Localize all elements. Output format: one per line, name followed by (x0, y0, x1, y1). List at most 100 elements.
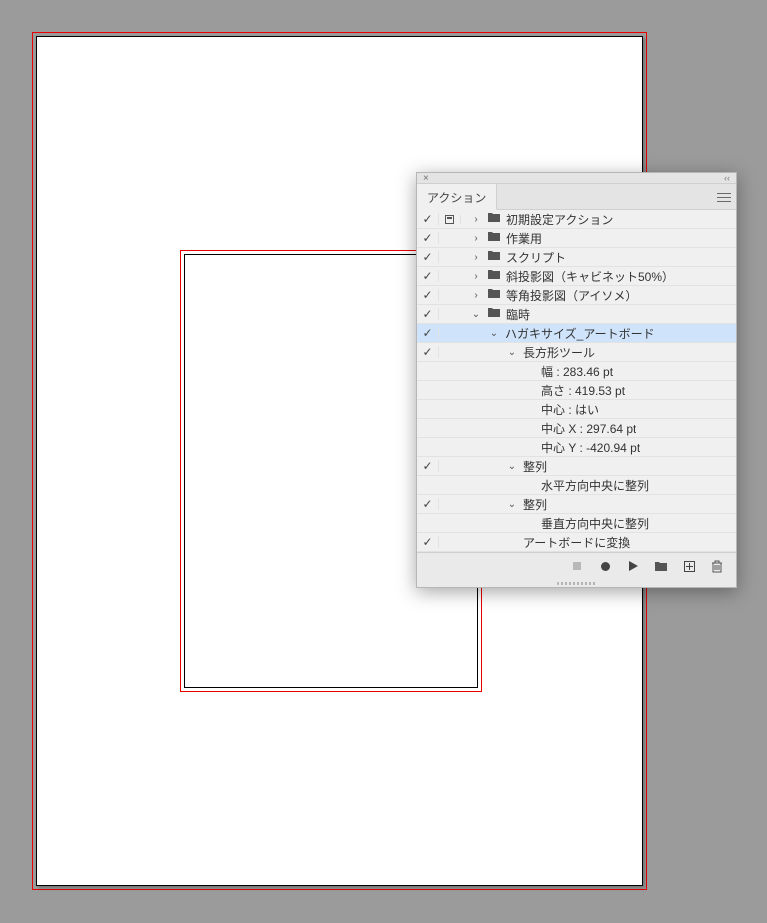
action-row[interactable]: ✓ ›スクリプト (417, 248, 736, 267)
folder-icon (487, 307, 501, 321)
collapse-icon[interactable]: ‹‹ (724, 173, 730, 183)
checkmark-icon: ✓ (422, 536, 432, 548)
new-set-button[interactable] (654, 559, 668, 573)
row-content: ›スクリプト (461, 249, 736, 266)
action-row[interactable]: 水平方向中央に整列 (417, 476, 736, 495)
panel-menu-button[interactable] (712, 184, 736, 209)
action-row[interactable]: 垂直方向中央に整列 (417, 514, 736, 533)
row-toggle-enabled[interactable]: ✓ (417, 536, 439, 548)
chevron-right-icon[interactable]: › (470, 214, 482, 225)
row-toggle-enabled[interactable]: ✓ (417, 251, 439, 263)
folder-icon (487, 231, 501, 245)
row-content: › 斜投影図（キャビネット50%） (461, 268, 736, 285)
delete-button[interactable] (710, 559, 724, 573)
row-label: 作業用 (506, 230, 542, 247)
record-icon (601, 562, 610, 571)
action-row[interactable]: ✓ › 斜投影図（キャビネット50%） (417, 267, 736, 286)
checkmark-icon: ✓ (422, 460, 432, 472)
tab-actions-label: アクション (427, 191, 486, 205)
action-row[interactable]: ✓ ⌄ 整列 (417, 495, 736, 514)
checkmark-icon: ✓ (422, 498, 432, 510)
row-content: ⌄ 整列 (461, 458, 736, 475)
row-label: 整列 (523, 496, 547, 513)
row-content: 垂直方向中央に整列 (461, 515, 736, 532)
row-content: 中心 X : 297.64 pt (461, 420, 736, 437)
checkmark-icon: ✓ (422, 327, 432, 339)
row-content: 中心 : はい (461, 401, 736, 418)
chevron-right-icon[interactable]: › (470, 271, 482, 282)
action-row[interactable]: 中心 Y : -420.94 pt (417, 438, 736, 457)
hamburger-icon (717, 192, 731, 202)
checkmark-icon: ✓ (422, 213, 432, 225)
row-toggle-enabled[interactable]: ✓ (417, 308, 439, 320)
chevron-right-icon[interactable]: › (470, 233, 482, 244)
action-row[interactable]: ✓›初期設定アクション (417, 210, 736, 229)
new-icon (684, 561, 695, 572)
row-label: ハガキサイズ_アートボード (505, 325, 655, 342)
row-label: 等角投影図（アイソメ） (506, 287, 637, 304)
row-toggle-enabled[interactable]: ✓ (417, 270, 439, 282)
row-label: 高さ : 419.53 pt (541, 382, 625, 399)
action-row[interactable]: ✓ › 等角投影図（アイソメ） (417, 286, 736, 305)
tab-actions[interactable]: アクション (417, 184, 497, 210)
stop-button[interactable] (570, 559, 584, 573)
actions-panel: × ‹‹ アクション ✓›初期設定アクション✓›作業用✓›スクリプト✓›斜投影図… (416, 172, 737, 588)
chevron-down-icon[interactable]: ⌄ (488, 328, 500, 339)
row-toggle-enabled[interactable]: ✓ (417, 460, 439, 472)
row-toggle-enabled[interactable]: ✓ (417, 346, 439, 358)
folder-icon (487, 288, 501, 302)
action-row[interactable]: 中心 X : 297.64 pt (417, 419, 736, 438)
checkmark-icon: ✓ (422, 346, 432, 358)
row-content: 高さ : 419.53 pt (461, 382, 736, 399)
folder-icon (487, 269, 501, 283)
row-content: 中心 Y : -420.94 pt (461, 439, 736, 456)
row-label: アートボードに変換 (523, 534, 630, 551)
action-row[interactable]: ✓ ⌄ 整列 (417, 457, 736, 476)
panel-titlebar[interactable]: × ‹‹ (417, 173, 736, 184)
folder-icon (487, 212, 501, 226)
row-content: ⌄臨時 (461, 306, 736, 323)
folder-icon (487, 250, 501, 264)
action-row[interactable]: ✓ ⌄ ハガキサイズ_アートボード (417, 324, 736, 343)
chevron-down-icon[interactable]: ⌄ (506, 499, 518, 510)
row-content: › 等角投影図（アイソメ） (461, 287, 736, 304)
action-row[interactable]: ✓ ⌄臨時 (417, 305, 736, 324)
row-label: 中心 Y : -420.94 pt (541, 439, 640, 456)
row-toggle-enabled[interactable]: ✓ (417, 327, 439, 339)
action-row[interactable]: ✓ › 作業用 (417, 229, 736, 248)
checkmark-icon: ✓ (422, 270, 432, 282)
play-icon (629, 561, 638, 571)
chevron-down-icon[interactable]: ⌄ (506, 347, 518, 358)
chevron-right-icon[interactable]: › (470, 290, 482, 301)
row-toggle-enabled[interactable]: ✓ (417, 289, 439, 301)
row-toggle-enabled[interactable]: ✓ (417, 232, 439, 244)
action-row[interactable]: ✓⌄長方形ツール (417, 343, 736, 362)
chevron-down-icon[interactable]: ⌄ (470, 309, 482, 320)
chevron-right-icon[interactable]: › (470, 252, 482, 263)
action-row[interactable]: 高さ : 419.53 pt (417, 381, 736, 400)
row-content: ⌄ ハガキサイズ_アートボード (461, 325, 736, 342)
canvas-background[interactable]: × ‹‹ アクション ✓›初期設定アクション✓›作業用✓›スクリプト✓›斜投影図… (0, 0, 767, 923)
action-row[interactable]: 中心 : はい (417, 400, 736, 419)
row-label: 整列 (523, 458, 547, 475)
record-button[interactable] (598, 559, 612, 573)
close-icon[interactable]: × (423, 173, 429, 184)
row-label: 水平方向中央に整列 (541, 477, 649, 494)
row-toggle-enabled[interactable]: ✓ (417, 498, 439, 510)
chevron-down-icon[interactable]: ⌄ (506, 461, 518, 472)
checkmark-icon: ✓ (422, 251, 432, 263)
row-label: 中心 X : 297.64 pt (541, 420, 636, 437)
checkmark-icon: ✓ (422, 232, 432, 244)
action-row[interactable]: ✓ アートボードに変換 (417, 533, 736, 552)
grip-icon (557, 582, 597, 585)
row-toggle-enabled[interactable]: ✓ (417, 213, 439, 225)
row-content: 幅 : 283.46 pt (461, 363, 736, 380)
new-action-button[interactable] (682, 559, 696, 573)
panel-resize-grip[interactable] (417, 579, 736, 587)
action-row[interactable]: 幅 : 283.46 pt (417, 362, 736, 381)
play-button[interactable] (626, 559, 640, 573)
trash-icon (711, 560, 723, 573)
row-toggle-dialog[interactable] (439, 215, 461, 224)
row-content: › 作業用 (461, 230, 736, 247)
row-label: 斜投影図（キャビネット50%） (506, 268, 674, 285)
